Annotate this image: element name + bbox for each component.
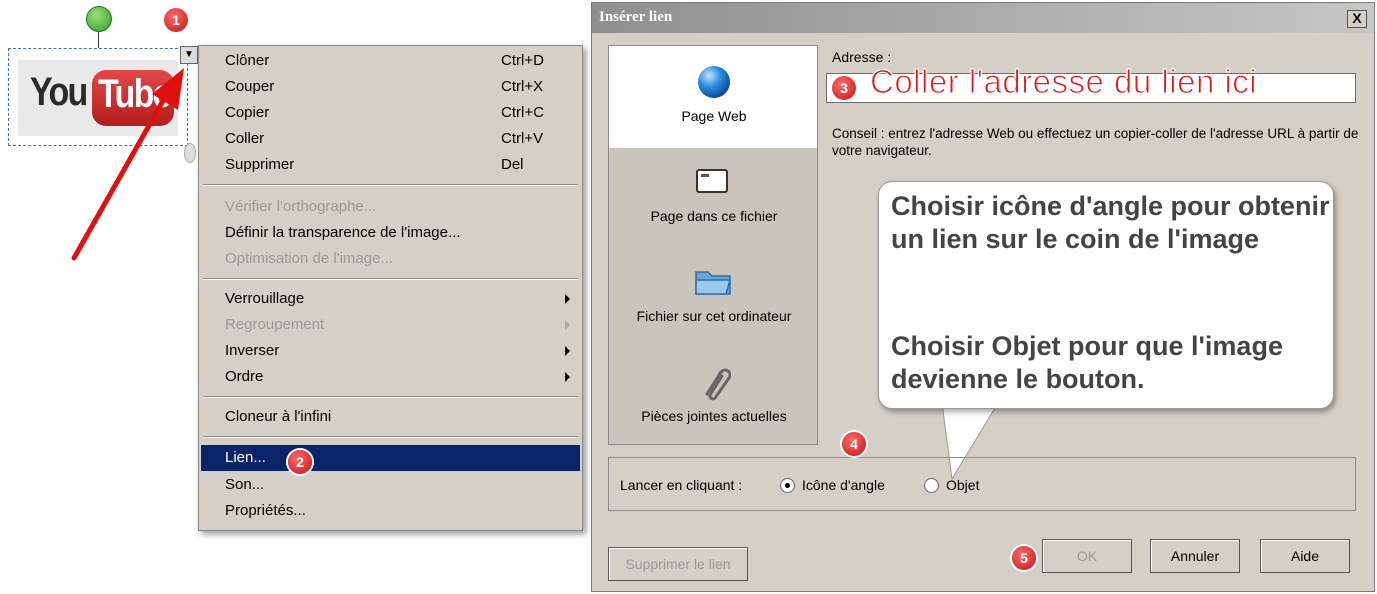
insert-link-dialog: Insérer lien X Page Web Page dans ce fic… — [591, 2, 1375, 592]
close-button[interactable]: X — [1347, 10, 1367, 28]
callout-text-object: Choisir Objet pour que l'image devienne … — [891, 331, 1283, 394]
link-type-fichier-ordinateur[interactable]: Fichier sur cet ordinateur — [609, 246, 817, 336]
menu-item-supprimer[interactable]: Supprimer — [225, 154, 294, 176]
menu-item-optimisation: Optimisation de l'image... — [225, 250, 393, 267]
menu-item-inverser[interactable]: Inverser — [225, 340, 279, 362]
rotate-stem — [98, 30, 99, 48]
menu-item-ordre[interactable]: Ordre — [225, 366, 263, 388]
address-hint-annotation: Coller l'adresse du lien ici — [869, 63, 1258, 101]
menu-item-transparence[interactable]: Définir la transparence de l'image... — [225, 222, 460, 244]
menu-item-son[interactable]: Son... — [225, 474, 264, 496]
link-type-pieces-jointes[interactable]: Pièces jointes actuelles — [609, 346, 817, 442]
folder-icon — [695, 271, 731, 295]
menu-item-cloner[interactable]: Clôner — [225, 50, 269, 72]
callout-text-corner: Choisir icône d'angle pour obtenir un li… — [891, 191, 1330, 254]
ok-button[interactable]: OK — [1042, 539, 1132, 573]
menu-item-verrouillage[interactable]: Verrouillage — [225, 288, 304, 310]
remove-link-button[interactable]: Supprimer le lien — [608, 547, 748, 581]
link-type-panel: Page Web Page dans ce fichier Fichier su… — [608, 45, 818, 445]
step-badge-4: 4 — [842, 432, 866, 456]
step-badge-3: 3 — [832, 76, 856, 100]
rotate-handle[interactable] — [86, 6, 112, 32]
menu-shortcut-coller: Ctrl+V — [501, 130, 544, 147]
submenu-arrow-icon — [565, 346, 570, 356]
submenu-arrow-icon — [565, 320, 570, 330]
link-type-page-fichier-label: Page dans ce fichier — [650, 208, 778, 224]
cancel-button[interactable]: Annuler — [1150, 539, 1240, 573]
menu-item-verifier-orthographe: Vérifier l'orthographe... — [225, 198, 377, 215]
menu-separator — [203, 436, 578, 438]
step-badge-1: 1 — [164, 8, 188, 32]
menu-item-coller[interactable]: Coller — [225, 128, 264, 150]
link-type-page-web[interactable]: Page Web — [609, 46, 817, 148]
menu-item-cloneur-infini[interactable]: Cloneur à l'infini — [225, 406, 331, 428]
menu-separator — [203, 278, 578, 280]
step-badge-5: 5 — [1012, 546, 1036, 570]
window-icon — [696, 169, 728, 193]
submenu-arrow-icon — [565, 372, 570, 382]
paperclip-icon — [705, 368, 731, 401]
link-type-page-fichier[interactable]: Page dans ce fichier — [609, 150, 817, 240]
menu-item-proprietes[interactable]: Propriétés... — [225, 500, 306, 522]
instruction-callout: Choisir icône d'angle pour obtenir un li… — [878, 181, 1334, 409]
radio-object-label[interactable]: Objet — [946, 477, 979, 493]
launch-label: Lancer en cliquant : — [620, 477, 743, 493]
menu-shortcut-couper: Ctrl+X — [501, 78, 544, 95]
menu-item-lien[interactable]: Lien... — [225, 447, 266, 469]
radio-corner-label[interactable]: Icône d'angle — [802, 477, 885, 493]
submenu-arrow-icon — [565, 294, 570, 304]
menu-shortcut-supprimer: Del — [501, 156, 524, 173]
globe-icon — [698, 66, 730, 98]
address-tip-text: Conseil : entrez l'adresse Web ou effect… — [832, 126, 1359, 158]
menu-item-copier[interactable]: Copier — [225, 102, 269, 124]
context-menu: Clôner Ctrl+D Couper Ctrl+X Copier Ctrl+… — [198, 45, 583, 531]
menu-shortcut-cloner: Ctrl+D — [501, 52, 544, 69]
menu-shortcut-copier: Ctrl+C — [501, 104, 544, 121]
menu-item-couper[interactable]: Couper — [225, 76, 274, 98]
menu-separator — [203, 184, 578, 186]
red-arrow-icon — [71, 68, 184, 261]
link-type-page-web-label: Page Web — [681, 108, 747, 124]
radio-object[interactable] — [924, 478, 939, 493]
dialog-titlebar[interactable] — [592, 3, 1374, 33]
menu-item-regroupement: Regroupement — [225, 316, 325, 333]
link-type-fichier-ordinateur-label: Fichier sur cet ordinateur — [636, 308, 792, 324]
help-button[interactable]: Aide — [1260, 539, 1350, 573]
menu-separator — [203, 396, 578, 398]
step-badge-2: 2 — [288, 450, 312, 474]
dialog-title: Insérer lien — [599, 9, 673, 25]
radio-corner-icon[interactable] — [780, 478, 795, 493]
link-type-pieces-jointes-label: Pièces jointes actuelles — [641, 408, 787, 424]
